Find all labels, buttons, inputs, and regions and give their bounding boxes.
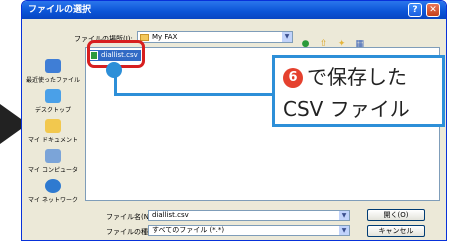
toolbar-icons: ● ⇧ ✦ ▦ — [300, 31, 367, 49]
place-my-computer[interactable]: マイ コンピュータ — [24, 149, 82, 174]
filetype-select[interactable]: すべてのファイル (*.*) ▼ — [148, 225, 350, 236]
place-my-documents[interactable]: マイ ドキュメント — [24, 119, 82, 144]
chevron-down-icon[interactable]: ▼ — [339, 211, 349, 220]
recent-icon — [45, 59, 61, 73]
place-recent[interactable]: 最近使ったファイル — [24, 59, 82, 84]
places-bar: 最近使ったファイル デスクトップ マイ ドキュメント マイ コンピュータ マイ … — [24, 49, 82, 209]
place-label: 最近使ったファイル — [25, 77, 80, 84]
my-documents-icon — [45, 119, 61, 133]
lookin-combo[interactable]: My FAX ▼ — [137, 31, 293, 43]
lookin-value: My FAX — [152, 33, 178, 41]
step-number-badge: 6 — [283, 68, 303, 88]
callout-box: 6 で保存した CSV ファイル — [272, 55, 445, 127]
callout-line-1: 6 で保存した — [283, 62, 407, 92]
filetype-value: すべてのファイル (*.*) — [152, 226, 225, 234]
place-my-network[interactable]: マイ ネットワーク — [24, 179, 82, 204]
cancel-button[interactable]: キャンセル — [367, 225, 425, 237]
callout-connector — [114, 93, 272, 96]
close-button[interactable]: ✕ — [426, 3, 440, 17]
callout-text-1: で保存した — [307, 65, 407, 89]
title-bar: ファイルの選択 ? ✕ — [22, 1, 446, 19]
place-label: マイ ドキュメント — [28, 137, 78, 144]
open-button[interactable]: 開く(O) — [367, 209, 425, 221]
window-title: ファイルの選択 — [28, 5, 92, 15]
callout-text-2: CSV ファイル — [283, 97, 410, 121]
place-label: マイ コンピュータ — [28, 167, 78, 174]
filename-field[interactable]: diallist.csv ▼ — [148, 210, 350, 221]
chevron-down-icon[interactable]: ▼ — [282, 32, 292, 42]
place-label: マイ ネットワーク — [28, 197, 78, 204]
filename-label: ファイル名(N): — [106, 213, 155, 221]
place-label: デスクトップ — [34, 107, 71, 114]
place-desktop[interactable]: デスクトップ — [24, 89, 82, 114]
filename-value: diallist.csv — [152, 211, 189, 219]
chevron-down-icon[interactable]: ▼ — [339, 226, 349, 235]
callout-dot — [106, 62, 122, 78]
desktop-icon — [45, 89, 61, 103]
my-network-icon — [45, 179, 61, 193]
my-computer-icon — [45, 149, 61, 163]
help-button[interactable]: ? — [408, 3, 422, 17]
